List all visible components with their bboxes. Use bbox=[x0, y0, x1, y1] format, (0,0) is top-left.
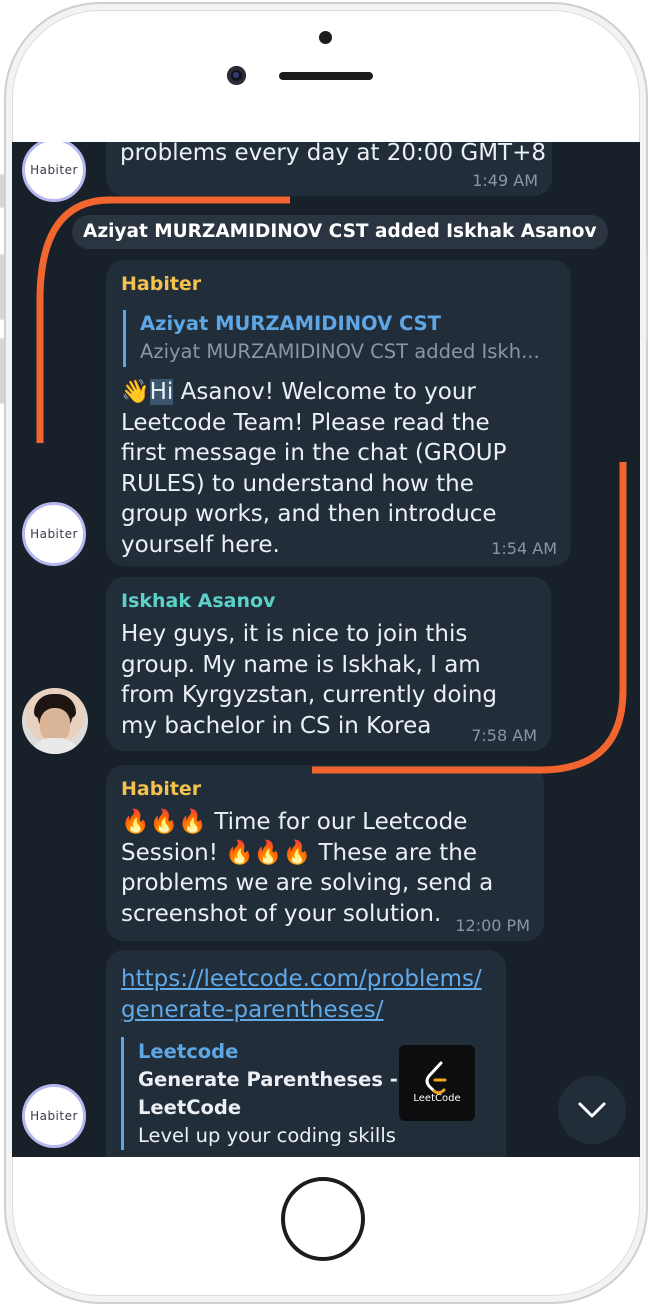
link-preview[interactable]: Leetcode Generate Parentheses - LeetCode… bbox=[121, 1037, 492, 1150]
message-bubble-session[interactable]: Habiter 🔥🔥🔥 Time for our Leetcode Sessio… bbox=[106, 765, 544, 941]
leetcode-logo-icon bbox=[425, 1061, 447, 1095]
message-text: problems every day at 20:00 GMT+8 bbox=[120, 142, 547, 166]
selected-text: Hi bbox=[149, 379, 174, 405]
reply-quote[interactable]: Aziyat MURZAMIDINOV CST Aziyat MURZAMIDI… bbox=[123, 310, 557, 367]
message-text: 👋Hi Asanov! Welcome to your Leetcode Tea… bbox=[121, 377, 521, 560]
side-button-volume-down bbox=[0, 338, 4, 404]
proximity-sensor bbox=[319, 31, 332, 44]
message-sender: Habiter bbox=[121, 778, 202, 800]
wave-emoji: 👋 bbox=[121, 379, 150, 405]
avatar-label: Habiter bbox=[30, 163, 78, 177]
avatar-label: Habiter bbox=[30, 1109, 78, 1123]
message-sender: Iskhak Asanov bbox=[121, 590, 276, 612]
avatar-label: Habiter bbox=[30, 527, 78, 541]
message-text: Hey guys, it is nice to join this group.… bbox=[121, 621, 498, 739]
avatar-face bbox=[40, 708, 70, 742]
problem-link[interactable]: https://leetcode.com/problems/generate-p… bbox=[121, 964, 491, 1025]
service-message: Aziyat MURZAMIDINOV CST added Iskhak Asa… bbox=[72, 215, 608, 249]
front-camera bbox=[227, 66, 246, 85]
chevron-down-icon bbox=[578, 1102, 606, 1118]
message-time: 7:58 AM bbox=[471, 726, 537, 745]
message-text-rest: Asanov! Welcome to your Leetcode Team! P… bbox=[121, 379, 507, 558]
scroll-down-button[interactable] bbox=[558, 1076, 626, 1144]
side-button-volume-up bbox=[0, 254, 4, 320]
reply-quote-text: Aziyat MURZAMIDINOV CST added Iskh... bbox=[140, 340, 540, 363]
message-text: 🔥🔥🔥 Time for our Leetcode Session! 🔥🔥🔥 T… bbox=[121, 809, 494, 927]
home-button[interactable] bbox=[281, 1177, 365, 1261]
link-preview-title: Generate Parentheses - LeetCode bbox=[138, 1068, 398, 1119]
link-preview-description: Level up your coding skills bbox=[138, 1124, 396, 1147]
message-sender: Habiter bbox=[121, 273, 202, 295]
chat-screen[interactable]: Habiter problems every day at 20:00 GMT+… bbox=[12, 142, 640, 1157]
avatar[interactable]: Habiter bbox=[22, 502, 86, 566]
message-bubble-iskhak[interactable]: Iskhak Asanov Hey guys, it is nice to jo… bbox=[106, 577, 551, 751]
side-button-mute bbox=[0, 174, 4, 208]
thumbnail-label: LeetCode bbox=[413, 1093, 461, 1104]
earpiece-speaker bbox=[279, 72, 373, 80]
message-bubble-link[interactable]: https://leetcode.com/problems/generate-p… bbox=[106, 950, 506, 1157]
link-preview-thumbnail: LeetCode bbox=[399, 1045, 475, 1121]
message-time: 1:49 AM bbox=[472, 171, 538, 190]
message-bubble-welcome[interactable]: Habiter Aziyat MURZAMIDINOV CST Aziyat M… bbox=[106, 260, 571, 566]
avatar-photo[interactable] bbox=[22, 688, 88, 754]
message-time: 12:00 PM bbox=[455, 916, 530, 935]
avatar[interactable]: Habiter bbox=[22, 142, 86, 202]
message-time: 1:54 AM bbox=[491, 539, 557, 558]
message-bubble-previous[interactable]: problems every day at 20:00 GMT+8 1:49 A… bbox=[106, 142, 552, 196]
avatar-shirt bbox=[30, 738, 80, 754]
reply-quote-name: Aziyat MURZAMIDINOV CST bbox=[140, 312, 441, 335]
avatar[interactable]: Habiter bbox=[22, 1084, 86, 1148]
